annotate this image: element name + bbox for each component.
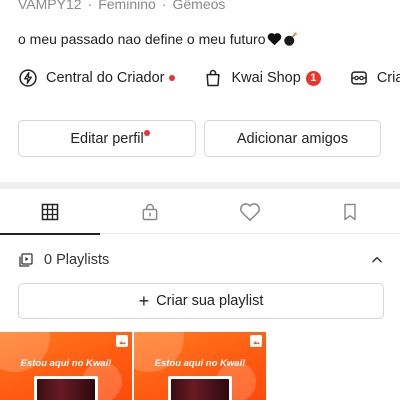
- create-playlist-button[interactable]: + Criar sua playlist: [18, 283, 384, 319]
- bomb-icon: [283, 32, 297, 46]
- tab-saved[interactable]: [300, 190, 400, 234]
- create-playlist-label: Criar sua playlist: [156, 293, 264, 309]
- grid-icon: [41, 203, 59, 221]
- lock-icon: [142, 203, 158, 221]
- notification-dot: [144, 130, 150, 136]
- playlists-header[interactable]: 0 Playlists: [18, 248, 384, 272]
- video-grid: Estou aqui no Kwai! Estou aqui no Kwai!: [0, 332, 400, 400]
- thumbnail-photo: [34, 376, 98, 400]
- shopping-bag-icon: [203, 68, 223, 88]
- video-thumbnail[interactable]: Estou aqui no Kwai!: [134, 332, 266, 400]
- black-heart-icon: [267, 33, 281, 46]
- thumbnail-headline: Estou aqui no Kwai!: [20, 358, 112, 369]
- zodiac-sign: Gêmeos: [172, 0, 226, 12]
- picture-icon: [116, 335, 128, 347]
- create-icon: [349, 68, 369, 88]
- add-friends-label: Adicionar amigos: [236, 130, 349, 147]
- heart-icon: [240, 203, 260, 221]
- tab-liked[interactable]: [200, 190, 300, 234]
- kwai-shop-label: Kwai Shop: [231, 70, 301, 86]
- profile-tabs: [0, 190, 400, 235]
- section-divider: [0, 182, 400, 189]
- thumbnail-headline: Estou aqui no Kwai!: [154, 358, 246, 369]
- username: VAMPY12: [18, 0, 82, 12]
- add-friends-button[interactable]: Adicionar amigos: [204, 120, 381, 157]
- shortcut-bar: Central do Criador Kwai Shop 1 Cria: [18, 64, 400, 92]
- create-link[interactable]: Cria: [349, 68, 400, 88]
- meta-separator: ·: [161, 0, 167, 12]
- tab-private[interactable]: [100, 190, 200, 234]
- edit-profile-label: Editar perfil: [70, 130, 144, 147]
- chevron-up-icon[interactable]: [370, 253, 384, 267]
- playlists-count: 0 Playlists: [44, 252, 110, 268]
- playlist-icon: [18, 252, 34, 268]
- video-thumbnail[interactable]: Estou aqui no Kwai!: [0, 332, 132, 400]
- thumbnail-photo: [168, 376, 232, 400]
- create-label: Cria: [376, 70, 400, 86]
- notification-dot: [169, 75, 176, 81]
- meta-separator: ·: [87, 0, 93, 12]
- shop-badge: 1: [305, 70, 321, 86]
- edit-profile-button[interactable]: Editar perfil: [18, 120, 196, 157]
- profile-meta: VAMPY12 · Feminino · Gêmeos: [18, 0, 225, 12]
- creator-center-link[interactable]: Central do Criador: [18, 68, 176, 88]
- lightning-icon: [18, 68, 38, 88]
- creator-center-label: Central do Criador: [46, 70, 165, 86]
- profile-bio: o meu passado nao define o meu futuro: [18, 31, 298, 47]
- gender: Feminino: [98, 0, 156, 12]
- picture-icon: [250, 335, 262, 347]
- bookmark-icon: [344, 203, 356, 221]
- kwai-shop-link[interactable]: Kwai Shop 1: [203, 68, 321, 88]
- bio-emojis: [267, 32, 298, 47]
- tab-posts[interactable]: [0, 190, 100, 235]
- bio-text: o meu passado nao define o meu futuro: [18, 31, 266, 47]
- plus-icon: +: [138, 291, 150, 311]
